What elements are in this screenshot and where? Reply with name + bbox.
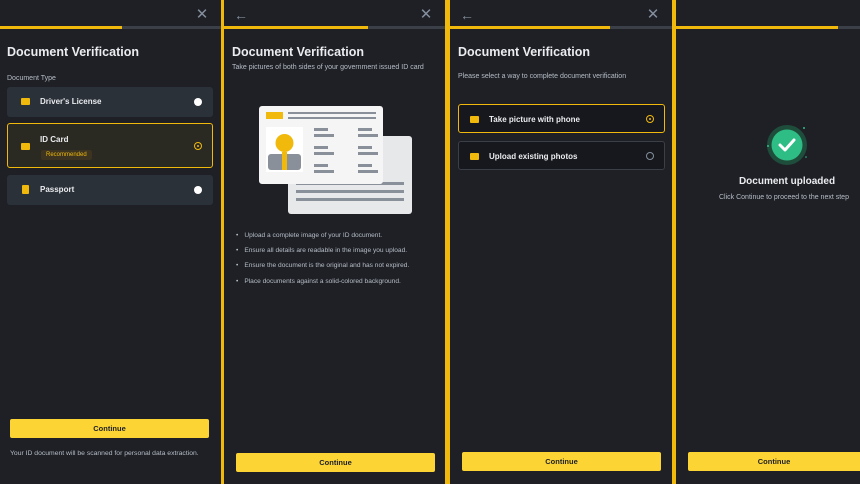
back-arrow-icon[interactable]: ← xyxy=(234,8,248,22)
page-subtitle: Take pictures of both sides of your gove… xyxy=(232,64,424,71)
progress-fill xyxy=(0,26,122,29)
instructions-list: Upload a complete image of your ID docum… xyxy=(236,232,409,293)
option-take-picture[interactable]: Take picture with phone xyxy=(458,104,665,133)
radio-button[interactable] xyxy=(194,186,202,194)
id-instructions-screen: ← ✕ Document Verification Take pictures … xyxy=(224,0,445,484)
top-bar: ← ✕ xyxy=(450,7,672,24)
verification-method-screen: ← ✕ Document Verification Please select … xyxy=(450,0,672,484)
option-upload-photos[interactable]: Upload existing photos xyxy=(458,141,665,170)
radio-button[interactable] xyxy=(646,152,654,160)
success-subtitle: Click Continue to proceed to the next st… xyxy=(719,194,849,201)
page-subtitle: Please select a way to complete document… xyxy=(458,73,627,80)
instruction-item: Ensure all details are readable in the i… xyxy=(236,247,409,254)
close-icon[interactable]: ✕ xyxy=(419,7,433,22)
continue-button[interactable]: Continue xyxy=(688,452,860,471)
option-label: Upload existing photos xyxy=(489,152,578,161)
progress-bar xyxy=(450,26,672,29)
upload-success-screen: Document uploaded Click Continue to proc… xyxy=(676,0,860,484)
success-title: Document uploaded xyxy=(738,176,836,187)
instruction-item: Upload a complete image of your ID docum… xyxy=(236,232,409,239)
radio-button-selected[interactable] xyxy=(194,142,202,150)
instruction-item: Ensure the document is the original and … xyxy=(236,262,409,269)
camera-icon xyxy=(470,116,479,123)
radio-button-selected[interactable] xyxy=(646,115,654,123)
top-bar: ← ✕ xyxy=(224,7,445,24)
scan-note: Your ID document will be scanned for per… xyxy=(10,450,199,457)
option-label: Driver's License xyxy=(40,97,102,106)
instruction-item: Place documents against a solid-colored … xyxy=(236,278,409,285)
progress-fill xyxy=(676,26,838,29)
continue-button[interactable]: Continue xyxy=(10,419,209,438)
recommended-badge: Recommended xyxy=(41,150,92,160)
progress-fill xyxy=(450,26,610,29)
id-card-icon xyxy=(21,98,30,105)
page-title: Document Verification xyxy=(7,45,139,59)
passport-icon xyxy=(22,185,29,194)
page-title: Document Verification xyxy=(458,45,590,59)
close-icon[interactable]: ✕ xyxy=(195,7,209,22)
progress-bar xyxy=(0,26,221,29)
continue-button[interactable]: Continue xyxy=(462,452,661,471)
document-type-screen: ✕ Document Verification Document Type Dr… xyxy=(0,0,221,484)
top-bar: ✕ xyxy=(0,7,221,24)
radio-button[interactable] xyxy=(194,98,202,106)
success-check-icon xyxy=(767,125,807,165)
option-drivers-license[interactable]: Driver's License xyxy=(7,87,213,117)
upload-icon xyxy=(470,153,479,160)
back-arrow-icon[interactable]: ← xyxy=(460,8,474,22)
id-card-illustration xyxy=(259,106,412,214)
option-passport[interactable]: Passport xyxy=(7,175,213,205)
id-card-icon xyxy=(21,143,30,150)
progress-fill xyxy=(224,26,368,29)
option-label: ID Card xyxy=(40,135,69,144)
progress-bar xyxy=(224,26,445,29)
page-title: Document Verification xyxy=(232,45,364,59)
section-label: Document Type xyxy=(7,75,56,82)
option-id-card[interactable]: ID Card Recommended xyxy=(7,123,213,168)
continue-button[interactable]: Continue xyxy=(236,453,435,472)
close-icon[interactable]: ✕ xyxy=(646,7,660,22)
option-label: Take picture with phone xyxy=(489,115,580,124)
option-label: Passport xyxy=(40,185,75,194)
progress-bar xyxy=(676,26,860,29)
